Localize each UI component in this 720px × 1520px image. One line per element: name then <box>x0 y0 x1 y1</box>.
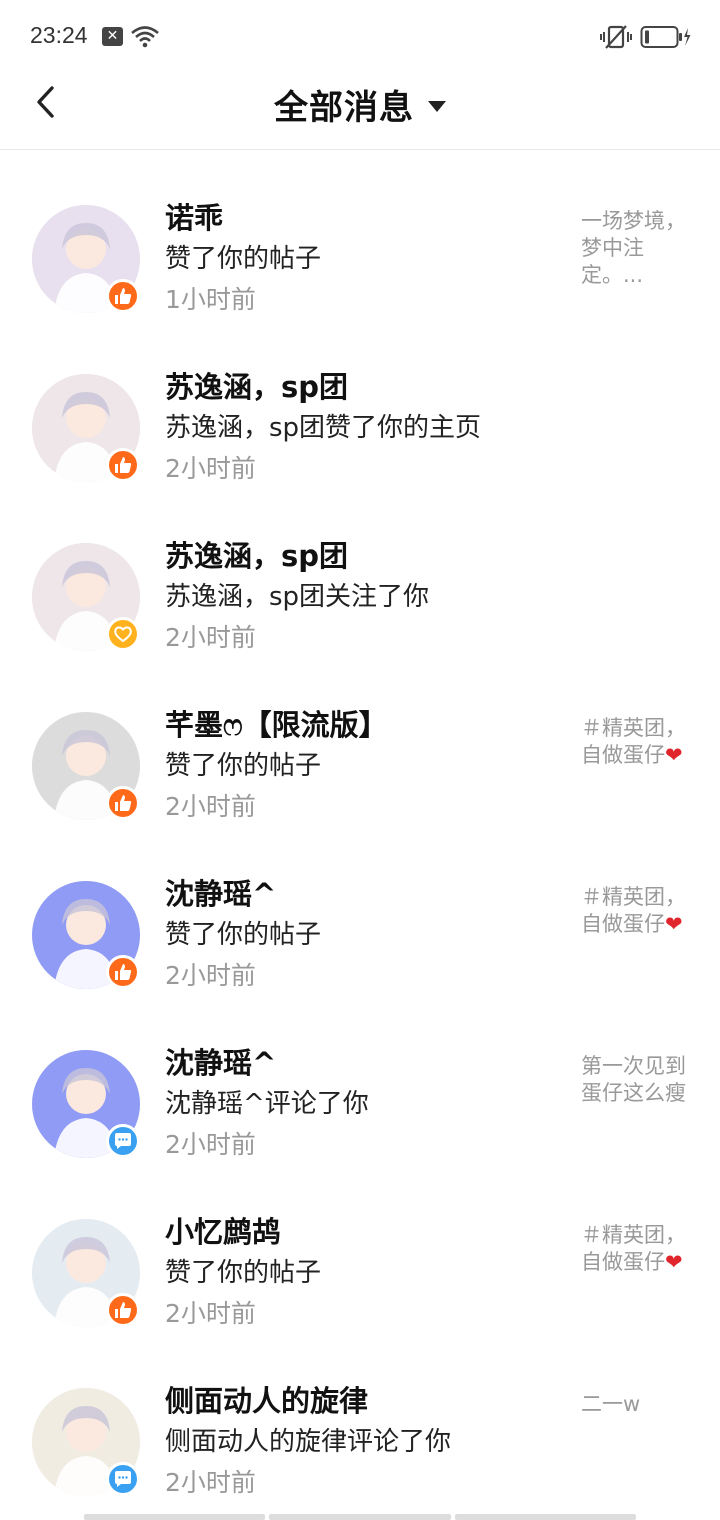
sender-name[interactable]: 沈静瑶^ <box>165 1043 565 1083</box>
sender-name[interactable]: 沈静瑶^ <box>165 874 565 914</box>
avatar-wrapper[interactable] <box>32 1050 140 1158</box>
message-action: 沈静瑶^评论了你 <box>165 1089 369 1119</box>
post-preview[interactable]: ＃精英团，自做蛋仔❤ <box>581 884 693 938</box>
post-preview[interactable]: 二一w <box>581 1391 693 1418</box>
post-preview[interactable]: 一场梦境，梦中注定。... <box>581 208 693 289</box>
post-preview-text: 一场梦境，梦中注定。... <box>581 209 686 287</box>
vibrate-mute-icon <box>600 25 632 49</box>
sender-name[interactable]: 芊墨ෆ【限流版】 <box>165 705 565 745</box>
message-time: 2小时前 <box>165 1299 256 1328</box>
like-badge-icon <box>106 786 140 820</box>
avatar-wrapper[interactable] <box>32 374 140 482</box>
message-filter-dropdown[interactable]: 全部消息 <box>0 80 720 128</box>
wifi-icon <box>131 26 159 48</box>
message-text: 诺乖 赞了你的帖子 1小时前 <box>165 198 565 320</box>
message-text: 苏逸涵，sp团 苏逸涵，sp团关注了你 2小时前 <box>165 536 565 658</box>
avatar-wrapper[interactable] <box>32 881 140 989</box>
comment-badge-icon <box>106 1462 140 1496</box>
status-bar: 23:24 ✕ <box>0 0 720 74</box>
avatar-wrapper[interactable] <box>32 543 140 651</box>
heart-emoji-icon: ❤ <box>665 1250 683 1274</box>
message-action: 苏逸涵，sp团关注了你 <box>165 582 430 612</box>
message-time: 2小时前 <box>165 1130 256 1159</box>
message-action: 赞了你的帖子 <box>165 920 322 950</box>
comment-badge-icon <box>106 1124 140 1158</box>
avatar-wrapper[interactable] <box>32 205 140 313</box>
post-preview-text: 第一次见到蛋仔这么瘦 <box>581 1054 686 1105</box>
indicator-segment <box>269 1514 451 1520</box>
follow-badge-icon <box>106 617 140 651</box>
message-action: 赞了你的帖子 <box>165 244 322 274</box>
header: 全部消息 <box>0 74 720 150</box>
heart-emoji-icon: ❤ <box>665 743 683 767</box>
like-badge-icon <box>106 448 140 482</box>
indicator-segment <box>84 1514 266 1520</box>
sender-name[interactable]: 侧面动人的旋律 <box>165 1381 565 1421</box>
message-text: 侧面动人的旋律 侧面动人的旋律评论了你 2小时前 <box>165 1381 565 1503</box>
message-text: 沈静瑶^ 赞了你的帖子 2小时前 <box>165 874 565 996</box>
message-item[interactable]: 诺乖 赞了你的帖子 1小时前 一场梦境，梦中注定。... <box>0 172 720 341</box>
message-action: 苏逸涵，sp团赞了你的主页 <box>165 413 482 443</box>
message-item[interactable]: 侧面动人的旋律 侧面动人的旋律评论了你 2小时前 二一w <box>0 1355 720 1520</box>
status-time: 23:24 <box>30 22 88 48</box>
like-badge-icon <box>106 1293 140 1327</box>
message-item[interactable]: 小忆鹧鸪 赞了你的帖子 2小时前 ＃精英团，自做蛋仔❤ <box>0 1186 720 1355</box>
post-preview[interactable]: ＃精英团，自做蛋仔❤ <box>581 715 693 769</box>
message-item[interactable]: 苏逸涵，sp团 苏逸涵，sp团关注了你 2小时前 <box>0 510 720 679</box>
message-time: 1小时前 <box>165 285 256 314</box>
sender-name[interactable]: 小忆鹧鸪 <box>165 1212 565 1252</box>
indicator-segment <box>454 1514 636 1520</box>
message-text: 小忆鹧鸪 赞了你的帖子 2小时前 <box>165 1212 565 1334</box>
avatar-wrapper[interactable] <box>32 1388 140 1496</box>
like-badge-icon <box>106 279 140 313</box>
notification-x-icon: ✕ <box>102 27 123 46</box>
message-item[interactable]: 沈静瑶^ 沈静瑶^评论了你 2小时前 第一次见到蛋仔这么瘦 <box>0 1017 720 1186</box>
message-time: 2小时前 <box>165 961 256 990</box>
message-time: 2小时前 <box>165 623 256 652</box>
message-item[interactable]: 沈静瑶^ 赞了你的帖子 2小时前 ＃精英团，自做蛋仔❤ <box>0 848 720 1017</box>
post-preview-text: 二一w <box>581 1392 641 1416</box>
message-action: 侧面动人的旋律评论了你 <box>165 1427 452 1457</box>
message-item[interactable]: 芊墨ෆ【限流版】 赞了你的帖子 2小时前 ＃精英团，自做蛋仔❤ <box>0 679 720 848</box>
message-action: 赞了你的帖子 <box>165 751 322 781</box>
like-badge-icon <box>106 955 140 989</box>
sender-name[interactable]: 诺乖 <box>165 198 565 238</box>
avatar-wrapper[interactable] <box>32 712 140 820</box>
heart-emoji-icon: ❤ <box>665 912 683 936</box>
post-preview[interactable]: 第一次见到蛋仔这么瘦 <box>581 1053 693 1107</box>
battery-icon <box>640 26 691 48</box>
page-title: 全部消息 <box>274 88 414 128</box>
message-time: 2小时前 <box>165 1468 256 1497</box>
sender-name[interactable]: 苏逸涵，sp团 <box>165 367 565 407</box>
message-text: 芊墨ෆ【限流版】 赞了你的帖子 2小时前 <box>165 705 565 827</box>
avatar-wrapper[interactable] <box>32 1219 140 1327</box>
bottom-scroll-indicator <box>84 1514 636 1520</box>
post-preview[interactable]: ＃精英团，自做蛋仔❤ <box>581 1222 693 1276</box>
message-time: 2小时前 <box>165 792 256 821</box>
message-text: 沈静瑶^ 沈静瑶^评论了你 2小时前 <box>165 1043 565 1165</box>
sender-name[interactable]: 苏逸涵，sp团 <box>165 536 565 576</box>
message-item[interactable]: 苏逸涵，sp团 苏逸涵，sp团赞了你的主页 2小时前 <box>0 341 720 510</box>
triangle-down-icon <box>428 101 446 112</box>
message-text: 苏逸涵，sp团 苏逸涵，sp团赞了你的主页 2小时前 <box>165 367 565 489</box>
message-action: 赞了你的帖子 <box>165 1258 322 1288</box>
message-time: 2小时前 <box>165 454 256 483</box>
